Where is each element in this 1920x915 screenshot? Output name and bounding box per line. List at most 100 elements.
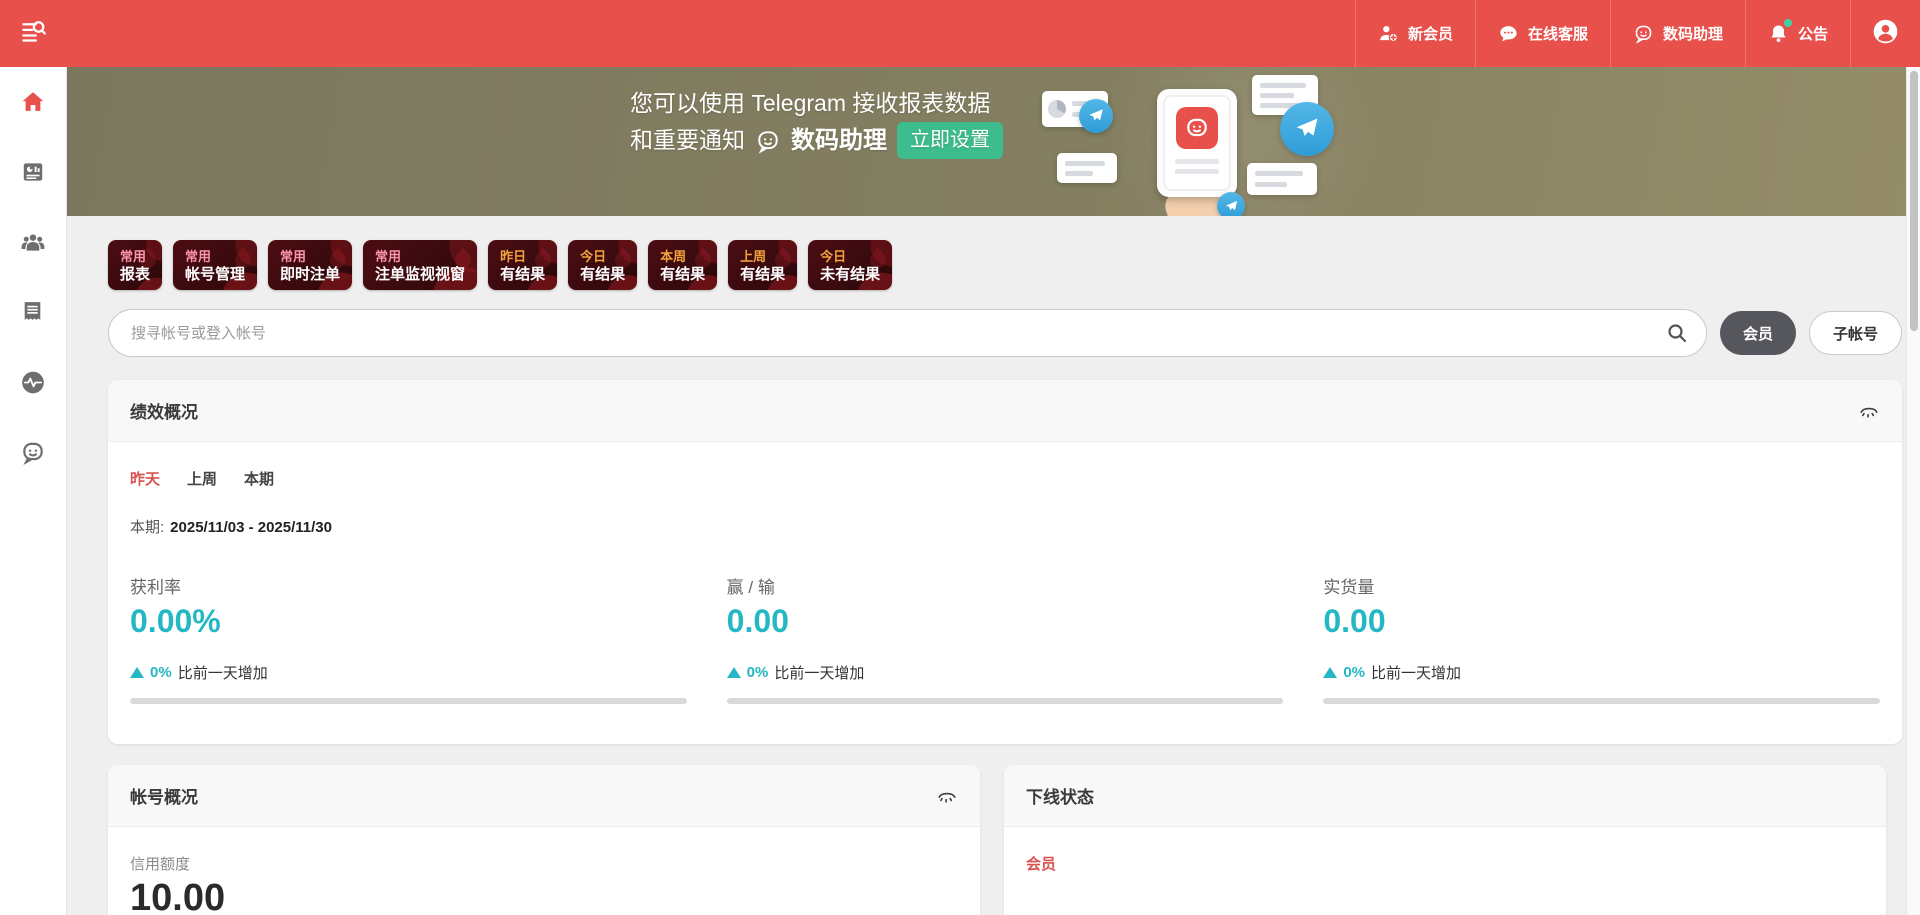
nav-item-label: 新会员	[1408, 23, 1453, 44]
quick-button-label: 注单监视视窗	[375, 266, 465, 284]
stat-delta-text: 比前一天增加	[774, 662, 864, 683]
triangle-up-icon	[130, 667, 144, 678]
quick-button-label: 报表	[120, 266, 150, 284]
quick-button-lastweek-settled[interactable]: 上周 有结果	[728, 240, 797, 290]
tab-last-week[interactable]: 上周	[187, 468, 217, 489]
quick-button-label: 有结果	[500, 266, 545, 284]
quick-button-tag: 上周	[740, 248, 785, 266]
sidebar-item-members[interactable]	[20, 229, 46, 255]
quick-access-row: 常用 报表 常用 帐号管理 常用 即时注单 常用 注单监视视窗 昨日 有结果 今…	[108, 240, 1902, 290]
banner-bot-name: 数码助理	[791, 125, 887, 156]
downline-status-card: 下线状态 会员	[1004, 765, 1886, 915]
chat-card-graphic	[1247, 163, 1317, 195]
stat-win-loss: 赢 / 输 0.00 0% 比前一天增加	[727, 573, 1284, 704]
stat-label: 赢 / 输	[727, 573, 1284, 598]
banner-line2-prefix: 和重要通知	[630, 125, 745, 156]
quick-button-label: 有结果	[660, 266, 705, 284]
account-card-title: 帐号概况	[130, 783, 198, 808]
downline-card-title: 下线状态	[1026, 783, 1094, 808]
telegram-icon	[1217, 192, 1245, 216]
nav-item-label: 在线客服	[1528, 23, 1588, 44]
triangle-up-icon	[727, 667, 741, 678]
nav-item-announcements[interactable]: 公告	[1745, 0, 1850, 67]
period-range: 本期:2025/11/03 - 2025/11/30	[130, 516, 1880, 537]
nav-item-label: 数码助理	[1663, 23, 1723, 44]
performance-card-header: 绩效概况	[108, 380, 1902, 442]
announcement-badge	[1784, 19, 1792, 27]
account-card-body: 信用额度 10.00	[108, 827, 980, 915]
quick-button-reports[interactable]: 常用 报表	[108, 240, 162, 290]
quick-button-today-settled[interactable]: 今日 有结果	[568, 240, 637, 290]
search-row: 会员 子帐号	[108, 309, 1902, 357]
nav-item-label: 公告	[1798, 23, 1828, 44]
quick-button-label: 帐号管理	[185, 266, 245, 284]
search-input[interactable]	[108, 309, 1707, 357]
quick-button-week-settled[interactable]: 本周 有结果	[648, 240, 717, 290]
sidebar-item-home[interactable]	[20, 89, 46, 115]
quick-button-live-bets[interactable]: 常用 即时注单	[268, 240, 352, 290]
performance-card-title: 绩效概况	[130, 398, 198, 423]
user-avatar-button[interactable]	[1850, 0, 1920, 67]
quick-button-tag: 本周	[660, 248, 705, 266]
downline-card-header: 下线状态	[1004, 765, 1886, 827]
quick-button-tag: 常用	[120, 248, 150, 266]
stat-profit-rate: 获利率 0.00% 0% 比前一天增加	[130, 573, 687, 704]
sidebar-item-activity[interactable]	[20, 369, 46, 395]
period-label: 本期:	[130, 519, 164, 536]
stats-grid: 获利率 0.00% 0% 比前一天增加 赢 / 输 0.00 0%	[130, 573, 1880, 704]
stat-delta-value: 0%	[1343, 664, 1365, 681]
stat-delta-text: 比前一天增加	[178, 662, 268, 683]
nav-item-online-service[interactable]: 在线客服	[1475, 0, 1610, 67]
stat-value: 0.00%	[130, 603, 687, 640]
person-add-icon	[1378, 23, 1399, 44]
nav-item-digital-assistant[interactable]: 数码助理	[1610, 0, 1745, 67]
stat-delta-value: 0%	[150, 664, 172, 681]
quick-button-account-management[interactable]: 常用 帐号管理	[173, 240, 257, 290]
quick-button-label: 有结果	[580, 266, 625, 284]
credit-limit-label: 信用额度	[130, 853, 958, 874]
quick-button-label: 即时注单	[280, 266, 340, 284]
chat-card-graphic	[1057, 153, 1117, 183]
telegram-promo-banner[interactable]: 您可以使用 Telegram 接收报表数据 和重要通知 数码助理 立即设置	[67, 67, 1920, 216]
quick-button-yesterday-settled[interactable]: 昨日 有结果	[488, 240, 557, 290]
stat-label: 实货量	[1323, 573, 1880, 598]
sidebar-item-bet-list[interactable]	[20, 299, 46, 325]
stat-delta-value: 0%	[747, 664, 769, 681]
banner-line1: 您可以使用 Telegram 接收报表数据	[630, 88, 1003, 119]
banner-setup-button[interactable]: 立即设置	[897, 122, 1003, 159]
quick-button-bet-monitor[interactable]: 常用 注单监视视窗	[363, 240, 477, 290]
top-navbar: 新会员 在线客服 数码助理	[0, 0, 1920, 67]
account-overview-card: 帐号概况 信用额度 10.00	[108, 765, 980, 915]
quick-button-tag: 常用	[375, 248, 465, 266]
sidebar-item-reports[interactable]	[20, 159, 46, 185]
scrollbar-thumb[interactable]	[1910, 71, 1918, 331]
triangle-up-icon	[1323, 667, 1337, 678]
credit-limit-value: 10.00	[130, 877, 958, 915]
filter-subaccount-button[interactable]: 子帐号	[1809, 311, 1902, 355]
navbar-spacer	[67, 0, 1355, 67]
telegram-icon	[1079, 99, 1113, 133]
left-sidebar	[0, 67, 67, 915]
quick-button-today-unsettled[interactable]: 今日 未有结果	[808, 240, 892, 290]
page-scrollbar[interactable]	[1906, 67, 1920, 915]
stat-progress-bar	[1323, 698, 1880, 704]
filter-members-button[interactable]: 会员	[1720, 311, 1796, 355]
downline-tab-members[interactable]: 会员	[1026, 853, 1056, 874]
nav-item-new-member[interactable]: 新会员	[1355, 0, 1475, 67]
sidebar-item-assistant[interactable]	[20, 439, 46, 465]
eye-slash-icon[interactable]	[1858, 400, 1880, 422]
quick-button-tag: 今日	[580, 248, 625, 266]
quick-button-tag: 今日	[820, 248, 880, 266]
search-icon[interactable]	[1665, 321, 1689, 345]
bell-icon	[1768, 23, 1789, 44]
telegram-icon	[1280, 102, 1334, 156]
tab-current-period[interactable]: 本期	[244, 468, 274, 489]
phone-graphic	[1157, 89, 1237, 197]
tab-yesterday[interactable]: 昨天	[130, 468, 160, 489]
banner-glow	[1097, 67, 1397, 216]
stat-value: 0.00	[1323, 603, 1880, 640]
menu-search-toggle[interactable]	[0, 0, 67, 67]
bottom-cards-row: 帐号概况 信用额度 10.00 下线状态 会员	[108, 765, 1902, 915]
stat-progress-bar	[727, 698, 1284, 704]
eye-slash-icon[interactable]	[936, 785, 958, 807]
